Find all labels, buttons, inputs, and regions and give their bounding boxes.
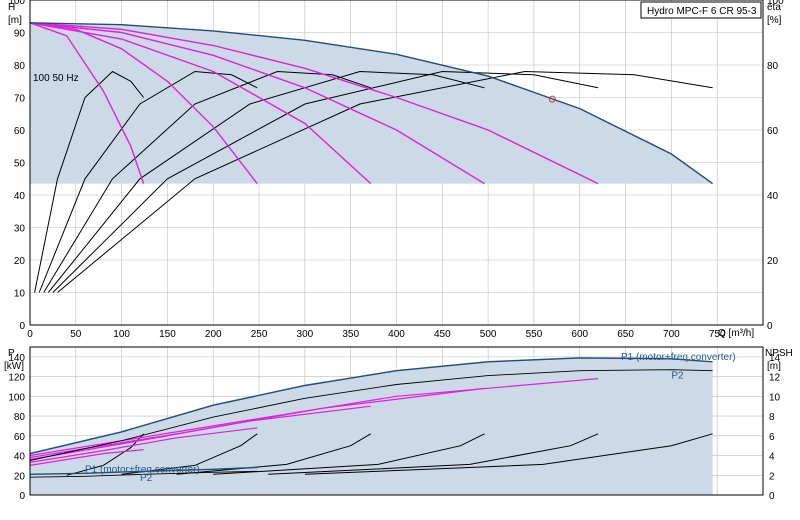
npsh-tick-label: 2 bbox=[769, 471, 775, 482]
p-tick-label: 40 bbox=[14, 452, 26, 463]
npsh-tick-label: 4 bbox=[769, 452, 775, 463]
npsh-tick-label: 8 bbox=[769, 412, 775, 423]
series-label: P2 bbox=[671, 371, 684, 382]
x-tick-label: 450 bbox=[434, 329, 451, 340]
npsh-tick-label: 10 bbox=[769, 392, 781, 403]
y2-tick-label: 20 bbox=[767, 256, 779, 267]
npsh-tick-label: 0 bbox=[769, 491, 775, 502]
y-tick-label: 70 bbox=[14, 94, 26, 105]
x-tick-label: 250 bbox=[251, 329, 268, 340]
npsh-tick-label: 12 bbox=[769, 373, 781, 384]
x-tick-label: 100 bbox=[113, 329, 130, 340]
x-tick-label: 500 bbox=[480, 329, 497, 340]
p-tick-label: 20 bbox=[14, 471, 26, 482]
x-tick-label: 50 bbox=[70, 329, 82, 340]
y2-tick-label: 60 bbox=[767, 126, 779, 137]
npsh-axis-unit: [m] bbox=[767, 361, 781, 372]
y2-tick-label: 0 bbox=[767, 321, 773, 332]
x-tick-label: 700 bbox=[663, 329, 680, 340]
series-label: P1 (motor+freq.converter) bbox=[621, 352, 736, 363]
y2-axis-label: eta bbox=[767, 2, 781, 13]
x-tick-label: 600 bbox=[571, 329, 588, 340]
x-tick-label: 350 bbox=[342, 329, 359, 340]
x-tick-label: 550 bbox=[526, 329, 543, 340]
npsh-tick-label: 6 bbox=[769, 432, 775, 443]
y-tick-label: 20 bbox=[14, 256, 26, 267]
y-tick-label: 10 bbox=[14, 289, 26, 300]
x-tick-label: 650 bbox=[617, 329, 634, 340]
y-tick-label: 90 bbox=[14, 29, 26, 40]
p-tick-label: 0 bbox=[19, 491, 25, 502]
y-tick-label: 40 bbox=[14, 191, 26, 202]
x-tick-label: 400 bbox=[388, 329, 405, 340]
x-axis-label: Q [m³/h] bbox=[718, 328, 754, 339]
y-tick-label: 60 bbox=[14, 126, 26, 137]
p-tick-label: 80 bbox=[14, 412, 26, 423]
y-tick-label: 30 bbox=[14, 224, 26, 235]
p-tick-label: 60 bbox=[14, 432, 26, 443]
chart-title: Hydro MPC-F 6 CR 95-3 bbox=[647, 6, 757, 17]
y2-tick-label: 40 bbox=[767, 191, 779, 202]
npsh-axis-label: NPSH bbox=[765, 348, 793, 359]
x-tick-label: 150 bbox=[159, 329, 176, 340]
y2-tick-label: 80 bbox=[767, 61, 779, 72]
y-tick-label: 50 bbox=[14, 159, 26, 170]
p-axis-unit: [kW] bbox=[4, 361, 24, 372]
p-axis-label: P bbox=[8, 348, 15, 359]
y-tick-label: 80 bbox=[14, 61, 26, 72]
series-label: P2 bbox=[140, 473, 153, 484]
y2-axis-unit: [%] bbox=[767, 15, 782, 26]
y-axis-label: H bbox=[8, 2, 15, 13]
y-tick-label: 0 bbox=[19, 321, 25, 332]
x-tick-label: 200 bbox=[205, 329, 222, 340]
y-axis-unit: [m] bbox=[8, 15, 22, 26]
speed-annotation: 100 50 Hz bbox=[33, 73, 79, 84]
pump-curve-chart: 0 50 100 150 200 250 300 350 400 450 500 550 600 650 7… bbox=[0, 0, 800, 520]
p-tick-label: 100 bbox=[8, 392, 25, 403]
x-tick-label: 300 bbox=[297, 329, 314, 340]
p-tick-label: 120 bbox=[8, 373, 25, 384]
x-tick-label: 0 bbox=[27, 329, 33, 340]
